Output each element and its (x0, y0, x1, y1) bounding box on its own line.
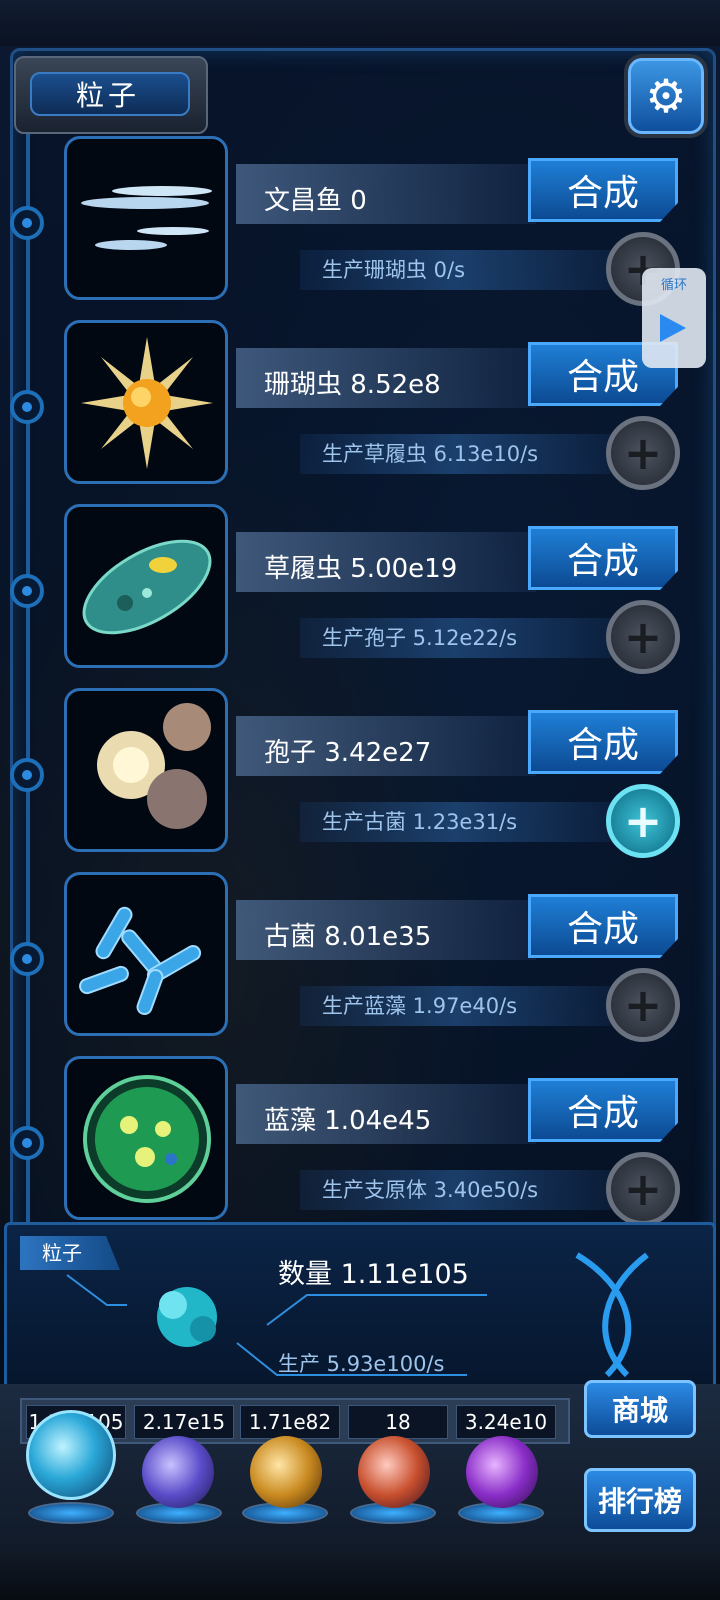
creature-name: 草履虫 5.00e19 (264, 554, 458, 584)
creature-image-archaea (64, 872, 228, 1036)
plus-icon: + (623, 1162, 663, 1216)
loop-button[interactable]: 循环 (642, 268, 706, 368)
creature-image-cyanobacteria (64, 1056, 228, 1220)
creature-production: 生产草履虫 6.13e10/s (322, 442, 539, 466)
creature-production: 生产支原体 3.40e50/s (322, 1178, 539, 1202)
settings-button[interactable]: ⚙ (628, 58, 704, 134)
merge-button[interactable]: 合成 (528, 894, 678, 958)
merge-button[interactable]: 合成 (528, 158, 678, 222)
particle-orb-icon[interactable] (26, 1410, 116, 1500)
creature-name: 珊瑚虫 8.52e8 (264, 370, 441, 400)
total-rate: 生产 5.93e100/s (278, 1352, 445, 1376)
creature-name: 文昌鱼 0 (264, 186, 367, 216)
rail-node (10, 942, 44, 976)
orb-pad (28, 1502, 114, 1524)
bottom-strip (0, 1552, 720, 1600)
shop-button[interactable]: 商城 (584, 1380, 696, 1438)
merge-button[interactable]: 合成 (528, 1078, 678, 1142)
upgrade-button[interactable]: + (606, 1152, 680, 1226)
upgrade-button[interactable]: + (606, 600, 680, 674)
creature-name: 古菌 8.01e35 (264, 922, 432, 952)
counter-brain: 18 (348, 1405, 448, 1439)
creature-name: 孢子 3.42e27 (264, 738, 432, 768)
rail-node (10, 1126, 44, 1160)
total-count: 数量 1.11e105 (278, 1259, 469, 1290)
counter-vortex: 3.24e10 (456, 1405, 556, 1439)
creature-image-paramecium (64, 504, 228, 668)
creature-row: 蓝藻 1.04e45 生产支原体 3.40e50/s 合成 + (0, 1056, 720, 1242)
creature-image-spore (64, 688, 228, 852)
plus-icon: + (623, 978, 663, 1032)
creature-name: 蓝藻 1.04e45 (264, 1106, 432, 1136)
creature-image-lancelet (64, 136, 228, 300)
loop-label: 循环 (660, 278, 687, 293)
creature-row: 孢子 3.42e27 生产古菌 1.23e31/s 合成 + (0, 688, 720, 874)
creature-row: 珊瑚虫 8.52e8 生产草履虫 6.13e10/s 合成 + (0, 320, 720, 506)
counter-energy: 2.17e15 (134, 1405, 234, 1439)
counter-star: 1.71e82 (240, 1405, 340, 1439)
creature-production: 生产蓝藻 1.97e40/s (322, 994, 518, 1018)
plus-icon: + (623, 794, 663, 848)
plus-icon: + (623, 426, 663, 480)
gear-icon: ⚙ (645, 69, 687, 123)
vortex-orb-icon[interactable] (466, 1436, 538, 1508)
rail-node (10, 758, 44, 792)
creature-image-coral-polyp (64, 320, 228, 484)
creature-production: 生产孢子 5.12e22/s (322, 626, 518, 650)
creature-row: 文昌鱼 0 生产珊瑚虫 0/s 合成 + (0, 136, 720, 322)
creature-row: 古菌 8.01e35 生产蓝藻 1.97e40/s 合成 + (0, 872, 720, 1058)
upgrade-button[interactable]: + (606, 784, 680, 858)
plus-icon: + (623, 610, 663, 664)
play-icon (660, 314, 686, 342)
leaderboard-button[interactable]: 排行榜 (584, 1468, 696, 1532)
rail-node (10, 574, 44, 608)
title-plate: 粒子 (14, 56, 208, 134)
merge-button[interactable]: 合成 (528, 710, 678, 774)
creature-production: 生产珊瑚虫 0/s (322, 258, 466, 282)
brain-orb-icon[interactable] (358, 1436, 430, 1508)
rail-node (10, 206, 44, 240)
merge-button[interactable]: 合成 (528, 526, 678, 590)
lightning-orb-icon[interactable] (142, 1436, 214, 1508)
rail-node (10, 390, 44, 424)
summary-tag: 粒子 (20, 1236, 120, 1270)
upgrade-button[interactable]: + (606, 416, 680, 490)
page-title: 粒子 (30, 72, 190, 116)
creature-production: 生产古菌 1.23e31/s (322, 810, 518, 834)
top-strip (0, 0, 720, 46)
upgrade-button[interactable]: + (606, 968, 680, 1042)
galaxy-orb-icon[interactable] (250, 1436, 322, 1508)
creature-row: 草履虫 5.00e19 生产孢子 5.12e22/s 合成 + (0, 504, 720, 690)
